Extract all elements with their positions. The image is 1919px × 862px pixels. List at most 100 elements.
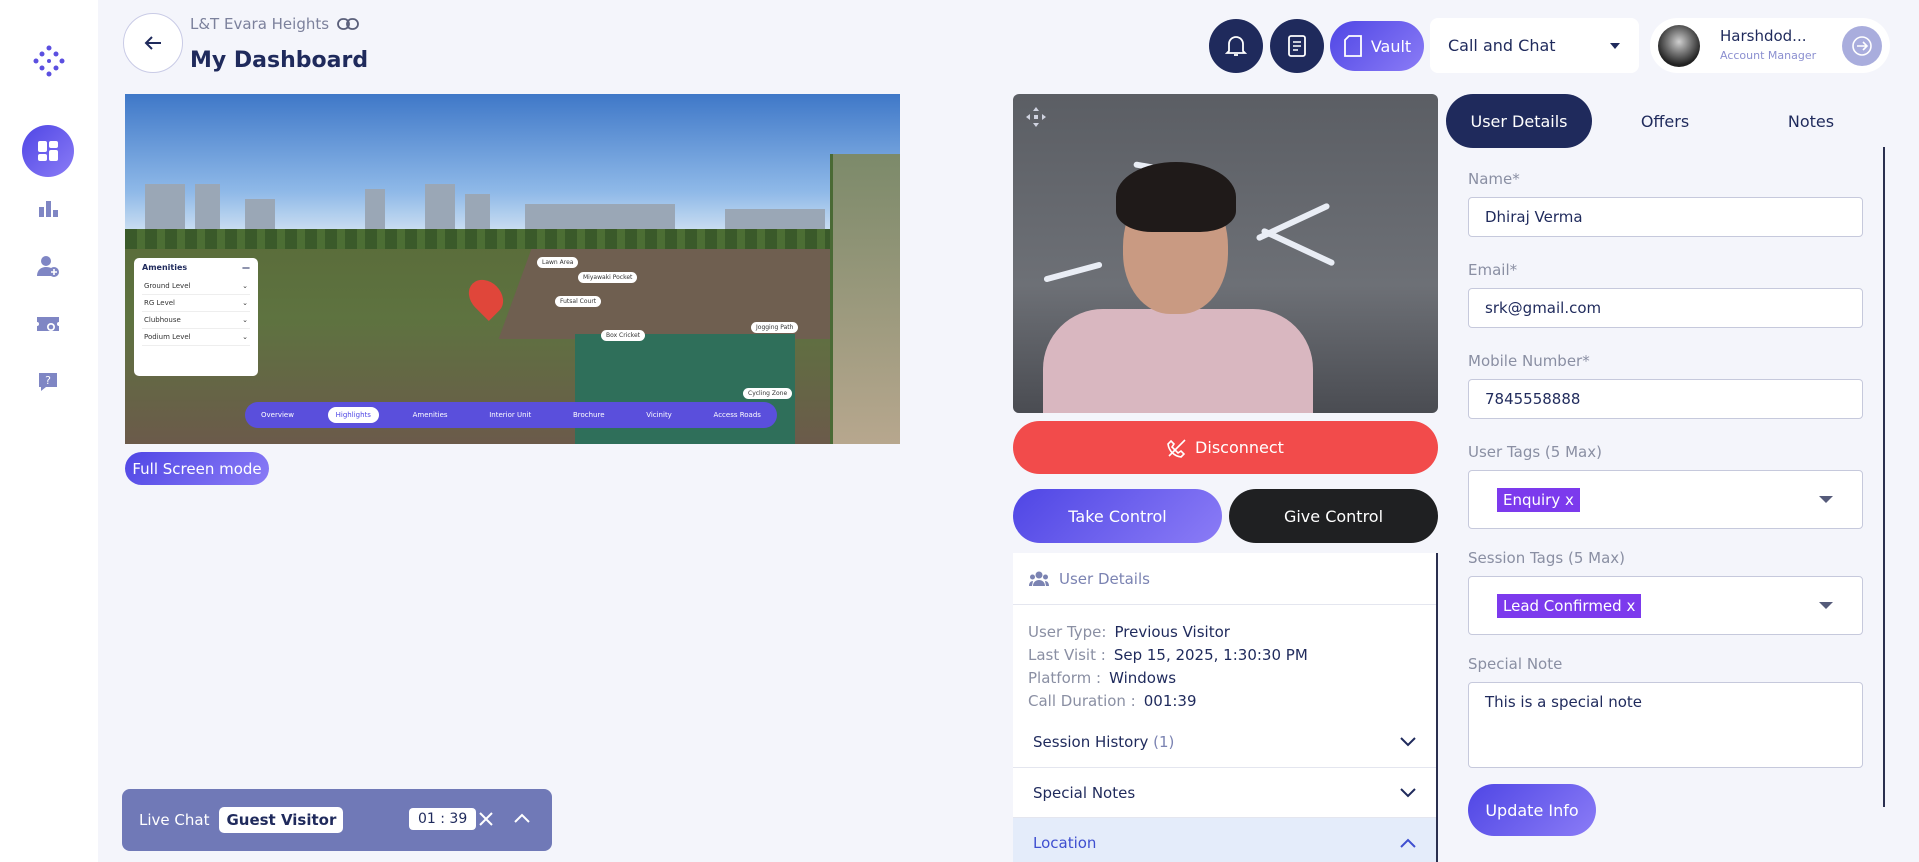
chart-icon [39, 201, 58, 217]
tab-notes[interactable]: Notes [1738, 94, 1884, 148]
chevron-down-icon: ⌄ [242, 333, 248, 341]
phone-off-icon [1167, 438, 1186, 458]
map-label[interactable]: Box Cricket [601, 330, 645, 341]
user-tag-chip: Enquiry x [1497, 487, 1580, 512]
tower-building [830, 154, 900, 444]
take-control-button[interactable]: Take Control [1013, 489, 1222, 543]
remove-tag-icon[interactable]: x [1626, 597, 1635, 615]
amenity-label: Clubhouse [144, 316, 181, 324]
map-label[interactable]: Jogging Path [751, 322, 799, 333]
scrollbar[interactable] [1883, 147, 1885, 807]
sidebar-item-tickets[interactable] [22, 298, 74, 350]
sidebar-item-users[interactable] [22, 240, 74, 292]
remove-tag-icon[interactable]: x [1565, 491, 1574, 509]
drag-move-icon[interactable] [1025, 106, 1047, 128]
tab-user-details[interactable]: User Details [1446, 94, 1592, 148]
user-tag-text: Enquiry [1503, 490, 1561, 509]
tour-tab-access-roads[interactable]: Access Roads [706, 407, 769, 423]
accordion-session-history[interactable]: Session History (1) [1013, 717, 1436, 767]
name-field[interactable]: Dhiraj Verma [1468, 197, 1863, 237]
user-details-header: User Details [1013, 553, 1436, 605]
caret-down-icon [1610, 42, 1620, 49]
location-title: Location [1033, 833, 1097, 852]
tour-tab-interior-unit[interactable]: Interior Unit [481, 407, 539, 423]
link-icon[interactable] [337, 18, 359, 30]
sidebar-item-help[interactable]: ? [22, 356, 74, 408]
dashboard-icon [38, 141, 58, 161]
live-chat-widget[interactable]: Live Chat Guest Visitor 01 : 39 [122, 789, 552, 851]
disconnect-button[interactable]: Disconnect [1013, 421, 1438, 474]
back-button[interactable] [123, 13, 183, 73]
call-duration-label: Call Duration : [1028, 692, 1136, 710]
close-icon[interactable] [479, 812, 493, 826]
caret-down-icon [1819, 602, 1833, 609]
user-type-row: User Type: Previous Visitor [1028, 621, 1421, 644]
amenity-item[interactable]: Ground Level ⌄ [142, 278, 250, 295]
email-label: Email* [1468, 261, 1518, 279]
accordion-special-notes[interactable]: Special Notes [1013, 767, 1436, 817]
map-label[interactable]: Futsal Court [555, 296, 602, 307]
person-body [1043, 309, 1313, 413]
amenity-label: Podium Level [144, 333, 191, 341]
amenity-label: RG Level [144, 299, 175, 307]
chevron-up-icon[interactable] [514, 813, 530, 823]
project-name: L&T Evara Heights [190, 15, 359, 33]
amenities-panel: Amenities — Ground Level ⌄ RG Level ⌄ Club… [134, 258, 258, 376]
sidebar-item-analytics[interactable] [22, 182, 74, 234]
user-profile[interactable]: Harshdod... Account Manager [1650, 18, 1890, 73]
tour-nav-bar: Overview Highlights Amenities Interior U… [245, 402, 777, 428]
arrow-left-icon [144, 36, 161, 50]
platform-label: Platform : [1028, 669, 1102, 687]
tour-tab-vicinity[interactable]: Vicinity [638, 407, 680, 423]
virtual-tour-viewer[interactable]: Lawn Area Miyawaki Pocket Futsal Court B… [125, 94, 900, 444]
give-control-button[interactable]: Give Control [1229, 489, 1438, 543]
tour-tab-brochure[interactable]: Brochure [565, 407, 613, 423]
page-title: My Dashboard [190, 48, 369, 73]
mode-select-value: Call and Chat [1448, 36, 1556, 55]
tab-offers[interactable]: Offers [1592, 94, 1738, 148]
tour-tab-highlights[interactable]: Highlights [327, 407, 379, 423]
map-label[interactable]: Cycling Zone [743, 388, 793, 399]
notifications-button[interactable] [1209, 19, 1263, 73]
video-feed [1013, 94, 1438, 413]
update-info-button[interactable]: Update Info [1468, 784, 1596, 836]
map-label[interactable]: Miyawaki Pocket [578, 272, 638, 283]
platform-value: Windows [1109, 669, 1177, 687]
session-tags-select[interactable]: Lead Confirmed x [1468, 576, 1863, 635]
amenity-item[interactable]: RG Level ⌄ [142, 295, 250, 312]
user-details-form: Name* Dhiraj Verma Email* srk@gmail.com … [1468, 170, 1863, 836]
logout-button[interactable] [1842, 26, 1882, 66]
user-details-title: User Details [1059, 569, 1150, 588]
collapse-icon[interactable]: — [242, 263, 250, 272]
user-tags-label: User Tags (5 Max) [1468, 443, 1602, 461]
sidebar-item-dashboard[interactable] [22, 125, 74, 177]
session-tag-text: Lead Confirmed [1503, 596, 1622, 615]
tour-tab-overview[interactable]: Overview [253, 407, 302, 423]
special-note-textarea[interactable]: This is a special note [1468, 682, 1863, 768]
user-tags-select[interactable]: Enquiry x [1468, 470, 1863, 529]
mobile-field[interactable]: 7845558888 [1468, 379, 1863, 419]
ticket-icon [37, 317, 59, 331]
last-visit-value: Sep 15, 2025, 1:30:30 PM [1113, 646, 1308, 664]
document-icon [1288, 35, 1306, 57]
notes-button[interactable] [1270, 19, 1324, 73]
user-type-label: User Type: [1028, 623, 1107, 641]
fullscreen-button[interactable]: Full Screen mode [125, 452, 269, 485]
accordion-location[interactable]: Location [1013, 817, 1436, 862]
amenity-item[interactable]: Clubhouse ⌄ [142, 312, 250, 329]
chevron-down-icon: ⌄ [242, 316, 248, 324]
avatar [1658, 24, 1700, 67]
amenity-item[interactable]: Podium Level ⌄ [142, 329, 250, 346]
map-label[interactable]: Lawn Area [537, 257, 579, 268]
session-tags-label: Session Tags (5 Max) [1468, 549, 1626, 567]
last-visit-row: Last Visit : Sep 15, 2025, 1:30:30 PM [1028, 644, 1421, 667]
special-notes-title: Special Notes [1033, 783, 1136, 802]
tour-tab-amenities[interactable]: Amenities [405, 407, 456, 423]
email-field[interactable]: srk@gmail.com [1468, 288, 1863, 328]
call-duration-row: Call Duration : 001:39 [1028, 690, 1421, 713]
mode-select[interactable]: Call and Chat [1430, 18, 1639, 73]
caret-down-icon [1819, 496, 1833, 503]
tree-line [125, 229, 900, 249]
amenity-label: Ground Level [144, 282, 191, 290]
vault-button[interactable]: Vault [1330, 21, 1424, 71]
